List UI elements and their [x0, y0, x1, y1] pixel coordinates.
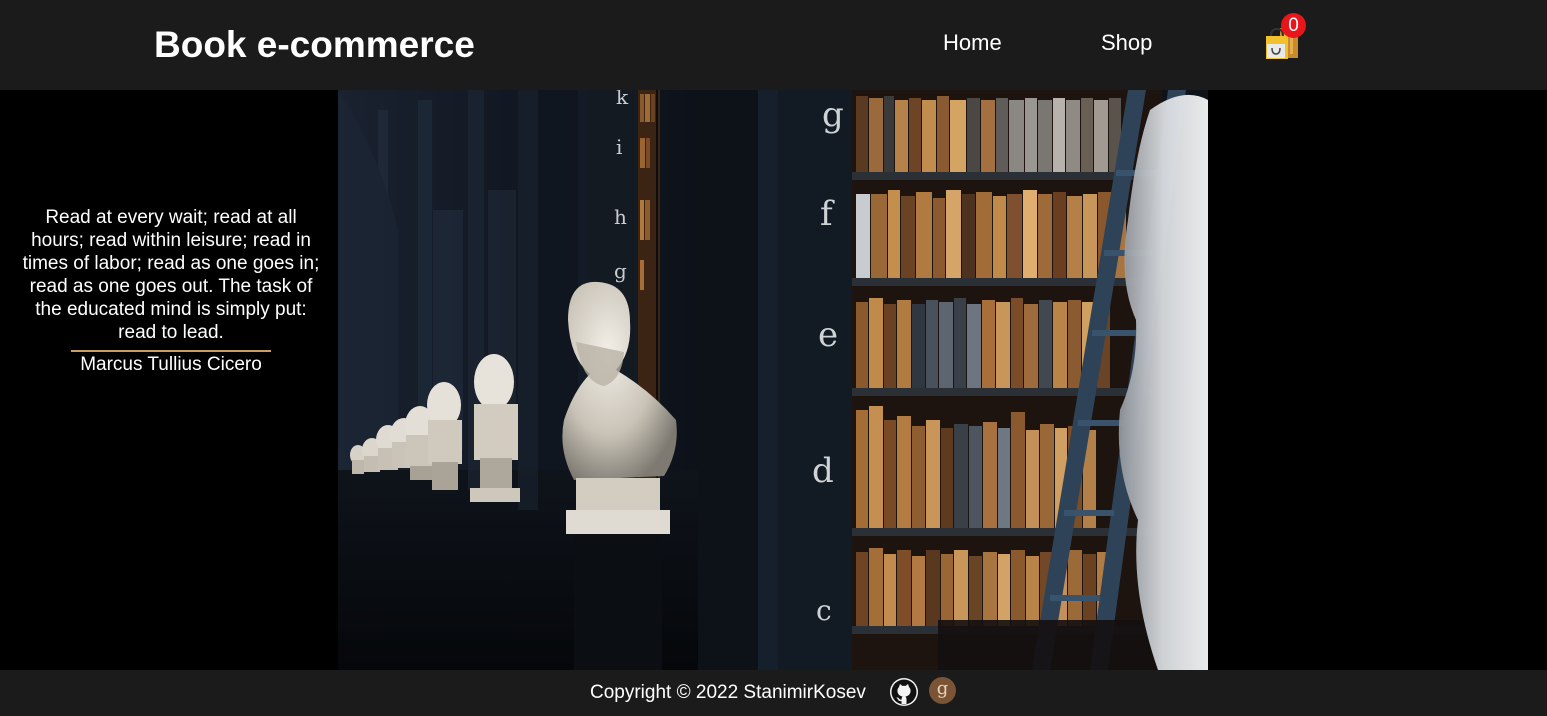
shelf-letter-h: h — [614, 205, 627, 229]
shelf-letter-g-top: g — [822, 95, 844, 135]
library-photo: g f e d c k i h g — [338, 90, 1208, 670]
nav-shop-link[interactable]: Shop — [1101, 30, 1152, 56]
shelf-letter-i: i — [616, 135, 622, 159]
main-content: Read at every wait; read at all hours; r… — [0, 90, 1547, 670]
brand-logo[interactable]: Book e-commerce — [154, 24, 475, 66]
shelf-letter-e: e — [818, 315, 838, 355]
site-header: Book e-commerce Home Shop 0 — [0, 0, 1547, 90]
github-icon[interactable] — [890, 678, 918, 706]
copyright-text: Copyright © 2022 StanimirKosev — [590, 682, 866, 703]
shelf-letter-g: g — [614, 259, 627, 283]
shelf-letter-d: d — [812, 451, 834, 491]
goodreads-icon[interactable]: g — [929, 677, 956, 704]
quote-divider — [71, 350, 271, 352]
site-footer: Copyright © 2022 StanimirKosev g — [0, 670, 1547, 716]
shelf-letter-k: k — [616, 90, 629, 109]
hero-library-image: g f e d c k i h g — [338, 90, 1208, 670]
cart-count-badge: 0 — [1281, 13, 1306, 38]
shelf-letter-c: c — [816, 594, 832, 627]
nav-home-link[interactable]: Home — [943, 30, 1002, 56]
quote-text: Read at every wait; read at all hours; r… — [22, 207, 320, 343]
quote-author: Marcus Tullius Cicero — [80, 354, 262, 375]
